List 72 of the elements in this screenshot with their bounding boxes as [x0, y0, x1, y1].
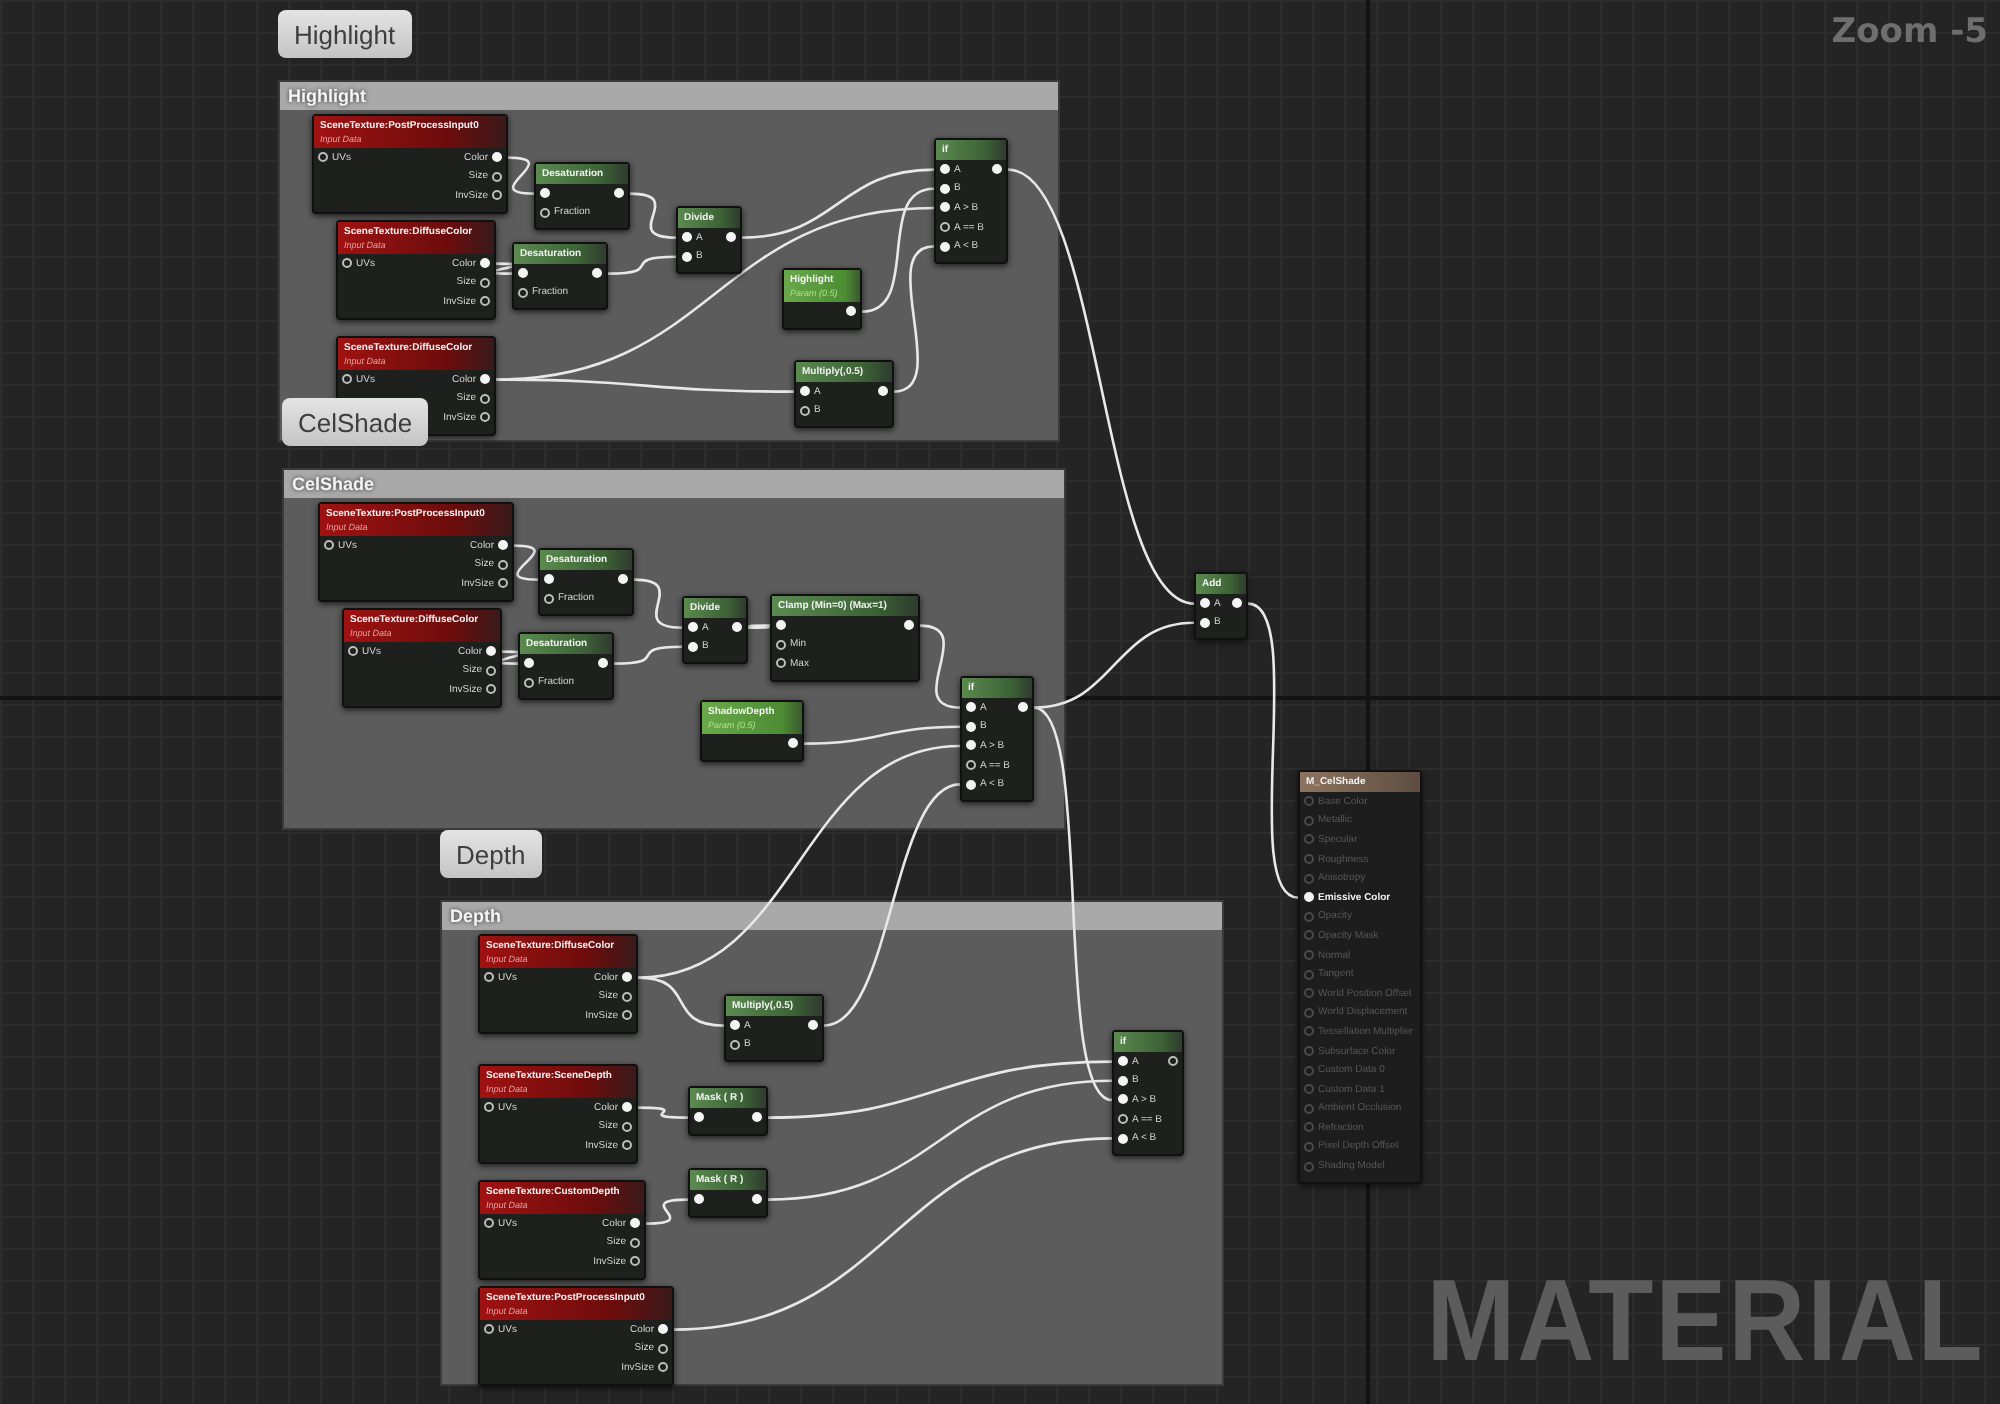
- wire: [613, 645, 683, 665]
- input-pin-icon[interactable]: [518, 287, 528, 298]
- wire: [498, 650, 522, 665]
- output-pin-icon[interactable]: [498, 578, 508, 589]
- input-pin-icon[interactable]: [540, 207, 550, 218]
- input-pin-icon[interactable]: [940, 222, 950, 233]
- input-pin-icon[interactable]: [776, 658, 786, 669]
- input-pin-icon[interactable]: [324, 540, 334, 551]
- input-pin-icon[interactable]: [318, 152, 328, 163]
- input-pin-icon[interactable]: [1304, 1122, 1314, 1133]
- comment-bubble[interactable]: Depth: [440, 830, 542, 878]
- output-pin-icon[interactable]: [622, 1010, 632, 1021]
- input-pin-icon[interactable]: [1118, 1114, 1128, 1125]
- output-pin-icon[interactable]: [622, 1140, 632, 1151]
- input-pin-icon[interactable]: [484, 972, 494, 983]
- wire: [633, 578, 683, 629]
- input-pin-icon[interactable]: [544, 593, 554, 604]
- input-pin-icon[interactable]: [1304, 969, 1314, 980]
- comment-bubble[interactable]: Highlight: [278, 10, 412, 58]
- output-pin-icon[interactable]: [480, 296, 490, 307]
- input-pin-icon[interactable]: [484, 1102, 494, 1113]
- output-pin-icon[interactable]: [630, 1237, 640, 1248]
- output-pin-icon[interactable]: [622, 991, 632, 1002]
- input-pin-icon[interactable]: [776, 639, 786, 650]
- wire: [919, 624, 961, 709]
- input-pin-icon[interactable]: [1304, 1084, 1314, 1095]
- input-pin-icon[interactable]: [342, 374, 352, 385]
- input-pin-icon[interactable]: [1304, 988, 1314, 999]
- output-pin-icon[interactable]: [492, 190, 502, 201]
- input-pin-icon[interactable]: [1304, 796, 1314, 807]
- output-pin-icon[interactable]: [486, 684, 496, 695]
- input-pin-icon[interactable]: [1304, 1141, 1314, 1152]
- input-pin-icon[interactable]: [342, 258, 352, 269]
- output-pin-icon[interactable]: [630, 1256, 640, 1267]
- output-pin-icon[interactable]: [486, 665, 496, 676]
- output-pin-icon[interactable]: [480, 412, 490, 423]
- output-pin-icon[interactable]: [480, 277, 490, 288]
- wire: [513, 544, 539, 581]
- input-pin-icon[interactable]: [1304, 950, 1314, 961]
- input-pin-icon[interactable]: [1304, 1161, 1314, 1172]
- input-pin-icon[interactable]: [1304, 911, 1314, 922]
- input-pin-icon[interactable]: [484, 1324, 494, 1335]
- input-pin-icon[interactable]: [1304, 834, 1314, 845]
- input-pin-icon[interactable]: [1304, 1046, 1314, 1057]
- zoom-level-label: Zoom -5: [1831, 12, 1988, 52]
- input-pin-icon[interactable]: [730, 1039, 740, 1050]
- input-pin-icon[interactable]: [1304, 854, 1314, 865]
- comment-bubble[interactable]: CelShade: [282, 398, 429, 446]
- material-result-node[interactable]: [1298, 770, 1422, 1184]
- input-pin-icon[interactable]: [1304, 1026, 1314, 1037]
- input-pin-icon[interactable]: [966, 760, 976, 771]
- material-watermark: MATERIAL: [1425, 1264, 1984, 1380]
- wire: [748, 624, 770, 629]
- wire: [637, 1106, 689, 1119]
- output-pin-icon[interactable]: [658, 1362, 668, 1373]
- input-pin-icon[interactable]: [1304, 873, 1314, 884]
- input-pin-icon[interactable]: [484, 1218, 494, 1229]
- output-pin-icon[interactable]: [498, 559, 508, 570]
- input-pin-icon[interactable]: [1304, 815, 1314, 826]
- input-pin-icon[interactable]: [1304, 1103, 1314, 1114]
- output-pin-icon[interactable]: [658, 1343, 668, 1354]
- input-pin-icon[interactable]: [1304, 1007, 1314, 1018]
- input-pin-icon[interactable]: [348, 646, 358, 657]
- input-pin-icon[interactable]: [524, 677, 534, 688]
- output-pin-icon[interactable]: [492, 171, 502, 182]
- input-pin-icon[interactable]: [1304, 1065, 1314, 1076]
- output-pin-icon[interactable]: [1168, 1056, 1178, 1067]
- wire: [507, 156, 535, 195]
- input-pin-icon[interactable]: [800, 405, 810, 416]
- input-pin-icon[interactable]: [1304, 930, 1314, 941]
- output-pin-icon[interactable]: [480, 393, 490, 404]
- output-pin-icon[interactable]: [622, 1121, 632, 1132]
